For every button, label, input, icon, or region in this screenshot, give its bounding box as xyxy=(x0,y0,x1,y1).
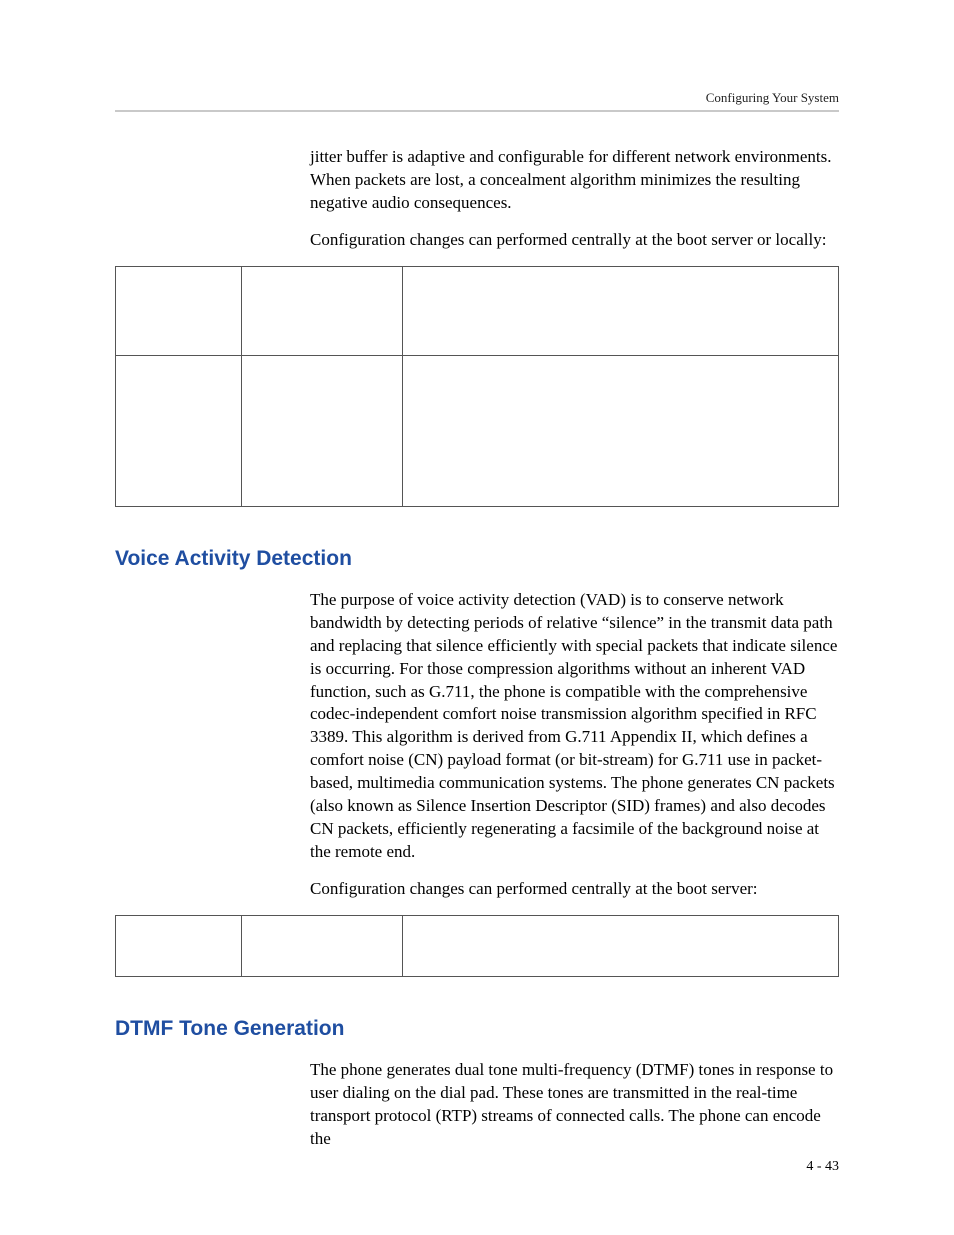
header-rule xyxy=(115,110,839,112)
intro-paragraph-2: Configuration changes can performed cent… xyxy=(310,229,839,252)
vad-paragraph-1: The purpose of voice activity detection … xyxy=(310,589,839,864)
table-cell xyxy=(403,915,839,976)
dtmf-block: The phone generates dual tone multi-freq… xyxy=(310,1059,839,1151)
section-heading-vad: Voice Activity Detection xyxy=(115,547,839,571)
table-cell xyxy=(116,355,242,506)
table-row xyxy=(116,266,839,355)
table-cell xyxy=(116,266,242,355)
table-cell xyxy=(242,266,403,355)
table-cell xyxy=(242,355,403,506)
page-number: 4 - 43 xyxy=(806,1159,839,1175)
config-table-2 xyxy=(115,915,839,977)
dtmf-paragraph-1: The phone generates dual tone multi-freq… xyxy=(310,1059,839,1151)
vad-block: The purpose of voice activity detection … xyxy=(310,589,839,901)
section-heading-dtmf: DTMF Tone Generation xyxy=(115,1017,839,1041)
vad-paragraph-2: Configuration changes can performed cent… xyxy=(310,878,839,901)
table-cell xyxy=(403,355,839,506)
table-row xyxy=(116,355,839,506)
intro-block: jitter buffer is adaptive and configurab… xyxy=(310,146,839,252)
running-head: Configuring Your System xyxy=(115,90,839,106)
table-cell xyxy=(116,915,242,976)
table-cell xyxy=(403,266,839,355)
table-row xyxy=(116,915,839,976)
intro-paragraph-1: jitter buffer is adaptive and configurab… xyxy=(310,146,839,215)
config-table-1 xyxy=(115,266,839,507)
table-cell xyxy=(242,915,403,976)
page: Configuring Your System jitter buffer is… xyxy=(0,0,954,1235)
